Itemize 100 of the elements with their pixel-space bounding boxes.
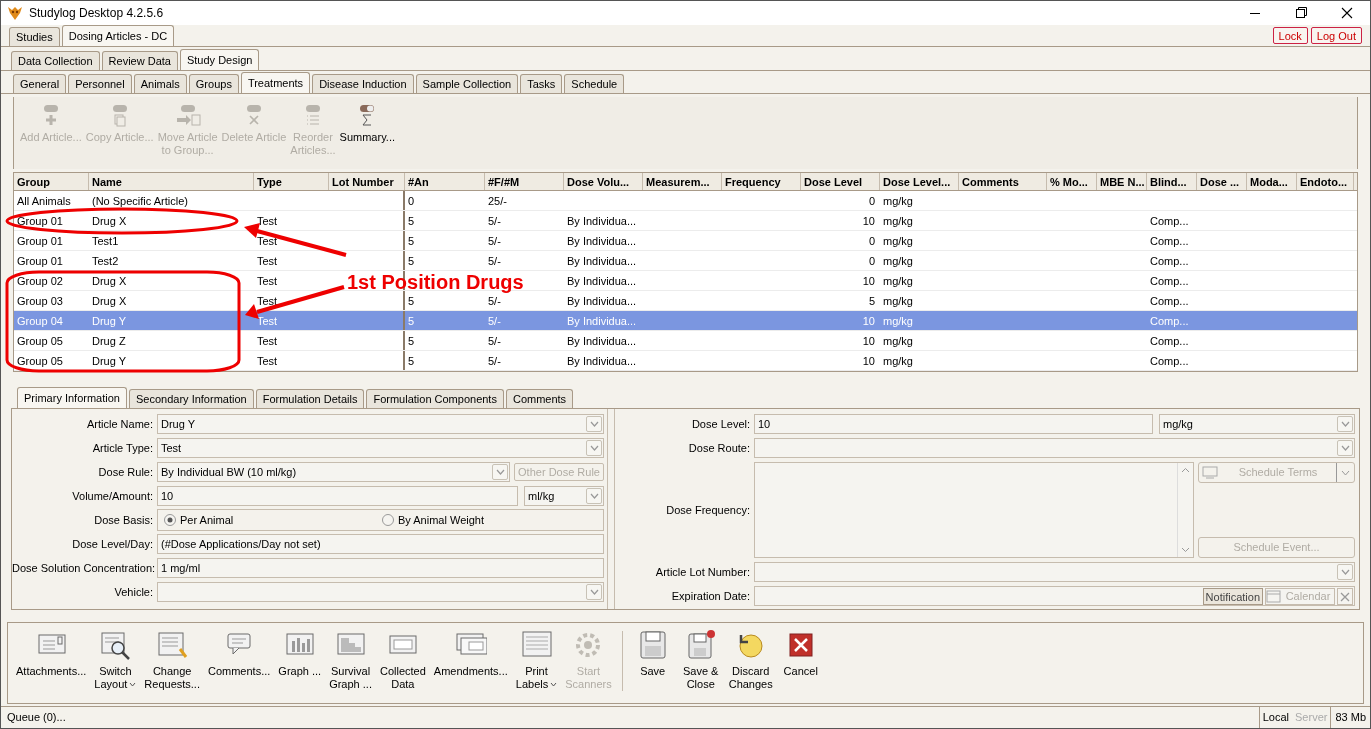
action-button[interactable]: Graph ...: [274, 629, 326, 678]
action-button[interactable]: Save: [628, 629, 677, 678]
table-cell: Test: [257, 215, 278, 227]
radio-button[interactable]: [164, 514, 176, 526]
table-cell: Comp...: [1150, 275, 1189, 287]
table-row[interactable]: Group 01 Drug X Test 5 5/- By Individua... 10 mg/kg Comp...: [14, 211, 1357, 231]
table-cell: Drug X: [92, 295, 127, 307]
table-cell: mg/kg: [883, 255, 913, 267]
tab[interactable]: Data Collection: [11, 51, 100, 70]
notification-button[interactable]: Notification: [1202, 587, 1263, 605]
dropdown-field[interactable]: [754, 562, 1355, 582]
chevron-down-icon: [589, 421, 599, 427]
table-cell: 10: [862, 215, 875, 227]
tab[interactable]: Tasks: [520, 74, 563, 93]
column-header[interactable]: MBE N...: [1097, 173, 1147, 190]
column-header[interactable]: Comments: [959, 173, 1047, 190]
action-button[interactable]: Cancel: [776, 629, 825, 678]
dropdown-button[interactable]: [492, 464, 509, 480]
chevron-down-icon: [1341, 469, 1350, 476]
dropdown-button[interactable]: [1337, 440, 1353, 456]
column-header[interactable]: Dose ...: [1197, 173, 1247, 190]
dropdown-button[interactable]: [586, 440, 602, 456]
input-field[interactable]: 10: [157, 486, 518, 506]
dropdown-field[interactable]: [157, 582, 604, 602]
session-button[interactable]: Log Out: [1310, 27, 1362, 44]
dropdown-button[interactable]: [586, 488, 602, 504]
table-cell: mg/kg: [883, 335, 913, 347]
dropdown-button[interactable]: [586, 584, 602, 600]
tab[interactable]: Dosing Articles - DC: [61, 25, 175, 46]
column-header[interactable]: Blind...: [1147, 173, 1197, 190]
session-button[interactable]: Lock: [1272, 27, 1308, 44]
dropdown-field[interactable]: By Individual BW (10 ml/kg): [157, 462, 511, 482]
input-field[interactable]: 1 mg/ml: [157, 558, 604, 578]
input-field[interactable]: Notification Calendar: [754, 586, 1355, 606]
table-cell: 5/-: [488, 255, 501, 267]
column-header[interactable]: Moda...: [1247, 173, 1297, 190]
table-cell: By Individua...: [567, 235, 637, 247]
dropdown-field[interactable]: Drug Y: [157, 414, 604, 434]
toolbar-button[interactable]: Summary...: [337, 105, 397, 144]
column-header[interactable]: Dose Level...: [880, 173, 959, 190]
tab[interactable]: Personnel: [68, 74, 132, 93]
dropdown-button[interactable]: [1337, 416, 1353, 432]
tab[interactable]: Primary Information: [17, 387, 127, 408]
action-button[interactable]: Attachments...: [12, 629, 91, 678]
radio-label[interactable]: Per Animal: [180, 511, 234, 529]
tab[interactable]: Secondary Information: [129, 389, 254, 408]
column-header[interactable]: Dose Volu...: [564, 173, 643, 190]
tab[interactable]: Study Design: [179, 49, 260, 70]
input-field[interactable]: (#Dose Applications/Day not set): [157, 534, 604, 554]
tab[interactable]: Review Data: [101, 51, 178, 70]
column-header[interactable]: Measurem...: [643, 173, 722, 190]
action-button[interactable]: Change Requests...: [140, 629, 204, 691]
column-header[interactable]: Dose Level: [801, 173, 880, 190]
column-header[interactable]: Group: [14, 173, 89, 190]
column-header[interactable]: Name: [89, 173, 254, 190]
table-row[interactable]: All Animals (No Specific Article) 0 25/- 0 mg/kg: [14, 191, 1357, 211]
tab[interactable]: Schedule: [564, 74, 625, 93]
tab[interactable]: Animals: [133, 74, 187, 93]
column-header[interactable]: #An: [405, 173, 485, 190]
tab[interactable]: Formulation Components: [366, 389, 504, 408]
column-header[interactable]: Frequency: [722, 173, 801, 190]
dropdown-button[interactable]: [1337, 564, 1353, 580]
table-row[interactable]: Group 01 Test2 Test 5 5/- By Individua... 0 mg/kg Comp...: [14, 251, 1357, 271]
clear-icon[interactable]: [1337, 587, 1353, 605]
table-cell: Comp...: [1150, 295, 1189, 307]
dropdown-field[interactable]: mg/kg: [1159, 414, 1355, 434]
table-cell: 5: [408, 295, 415, 307]
tab[interactable]: Sample Collection: [415, 74, 519, 93]
action-button[interactable]: Discard Changes: [724, 629, 777, 691]
radio-label[interactable]: By Animal Weight: [398, 511, 484, 529]
action-button[interactable]: Collected Data: [375, 629, 430, 691]
tab[interactable]: Comments: [505, 389, 574, 408]
table-cell: Test: [257, 255, 278, 267]
radio-button[interactable]: [382, 514, 394, 526]
action-button[interactable]: Survival Graph ...: [325, 629, 376, 691]
action-button[interactable]: Switch Layout: [90, 629, 141, 691]
table-row[interactable]: Group 01 Test1 Test 5 5/- By Individua... 0 mg/kg Comp...: [14, 231, 1357, 251]
tab[interactable]: Treatments: [240, 72, 311, 93]
dropdown-field[interactable]: ml/kg: [524, 486, 604, 506]
text-area[interactable]: [754, 462, 1194, 558]
column-header[interactable]: #F/#M: [485, 173, 564, 190]
dropdown-button[interactable]: [586, 416, 602, 432]
tab[interactable]: General: [13, 74, 67, 93]
table-row[interactable]: Group 05 Drug Y Test 5 5/- By Individua... 10 mg/kg Comp...: [14, 351, 1357, 371]
tab[interactable]: Formulation Details: [255, 389, 365, 408]
column-header[interactable]: Lot Number: [329, 173, 405, 190]
column-header[interactable]: Endoto...: [1297, 173, 1354, 190]
column-header[interactable]: % Mo...: [1047, 173, 1097, 190]
tab[interactable]: Groups: [188, 74, 239, 93]
table-row[interactable]: Group 05 Drug Z Test 5 5/- By Individua... 10 mg/kg Comp...: [14, 331, 1357, 351]
input-field[interactable]: 10: [754, 414, 1153, 434]
tab[interactable]: Studies: [9, 27, 60, 46]
column-header[interactable]: Type: [254, 173, 329, 190]
dropdown-field[interactable]: Test: [157, 438, 604, 458]
action-button[interactable]: Print Labels: [511, 629, 562, 691]
action-button[interactable]: Save & Close: [676, 629, 725, 691]
action-button[interactable]: Comments...: [204, 629, 275, 678]
tab[interactable]: Disease Induction: [312, 74, 414, 93]
dropdown-field[interactable]: [754, 438, 1355, 458]
action-button[interactable]: Amendments...: [429, 629, 512, 678]
